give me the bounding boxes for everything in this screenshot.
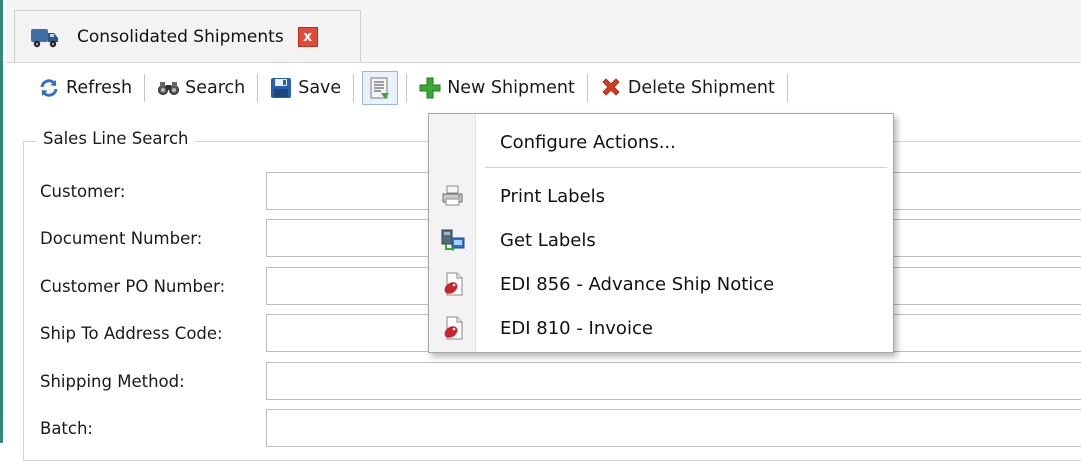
toolbar-separator <box>353 74 355 102</box>
search-label: Search <box>185 78 246 98</box>
batch-row: Batch: <box>3 409 1081 449</box>
menu-item-edi-810[interactable]: EDI 810 - Invoice <box>429 306 893 350</box>
menu-item-edi-856[interactable]: EDI 856 - Advance Ship Notice <box>429 262 893 306</box>
printer-icon <box>441 184 465 208</box>
customer-label: Customer: <box>40 182 126 201</box>
refresh-label: Refresh <box>66 78 133 98</box>
toolbar-separator <box>257 74 259 102</box>
close-tab-icon[interactable]: x <box>297 26 318 47</box>
menu-separator <box>485 167 887 168</box>
save-button[interactable]: Save <box>266 70 345 106</box>
new-shipment-button[interactable]: New Shipment <box>415 70 579 106</box>
menu-item-label: EDI 810 - Invoice <box>500 317 653 339</box>
delete-x-icon <box>600 77 622 99</box>
edi-document-icon <box>441 316 465 340</box>
toolbar-separator <box>406 74 408 102</box>
floppy-disk-icon <box>270 77 292 99</box>
shipping-method-label: Shipping Method: <box>40 372 185 391</box>
delete-shipment-button[interactable]: Delete Shipment <box>596 70 779 106</box>
document-tab-strip: Consolidated Shipments x <box>6 0 1081 63</box>
network-download-icon <box>441 228 465 252</box>
delete-shipment-label: Delete Shipment <box>627 78 775 98</box>
plus-icon <box>419 77 441 99</box>
new-shipment-label: New Shipment <box>447 78 575 98</box>
refresh-icon <box>38 77 60 99</box>
toolbar-separator <box>786 74 788 102</box>
binoculars-icon <box>157 77 180 99</box>
menu-item-label: EDI 856 - Advance Ship Notice <box>500 273 775 295</box>
ship-to-address-code-label: Ship To Address Code: <box>40 324 223 343</box>
batch-label: Batch: <box>40 419 93 438</box>
toolbar-separator <box>144 74 146 102</box>
group-caption: Sales Line Search <box>37 129 195 148</box>
app-window: Consolidated Shipments x Refresh Search … <box>0 0 1081 461</box>
edi-document-icon <box>441 272 465 296</box>
tab-title: Consolidated Shipments <box>77 26 284 47</box>
shipping-method-row: Shipping Method: <box>3 362 1081 402</box>
document-number-label: Document Number: <box>40 229 203 248</box>
menu-item-configure-actions[interactable]: Configure Actions... <box>429 120 893 164</box>
menu-item-label: Get Labels <box>500 229 596 251</box>
menu-item-label: Print Labels <box>500 185 606 207</box>
customer-po-number-label: Customer PO Number: <box>40 277 226 296</box>
tab-consolidated-shipments[interactable]: Consolidated Shipments x <box>14 10 361 62</box>
refresh-button[interactable]: Refresh <box>34 70 136 106</box>
save-label: Save <box>298 78 342 98</box>
menu-item-print-labels[interactable]: Print Labels <box>429 174 893 218</box>
shipping-method-input[interactable] <box>266 362 1081 400</box>
truck-icon <box>29 24 59 50</box>
menu-item-label: Configure Actions... <box>500 131 676 153</box>
actions-list-icon <box>369 77 391 99</box>
toolbar-separator <box>586 74 588 102</box>
search-button[interactable]: Search <box>153 70 249 106</box>
batch-input[interactable] <box>266 409 1081 447</box>
actions-dropdown-menu: Configure Actions... Print Labels Get La… <box>428 113 894 353</box>
actions-menu-button[interactable] <box>362 71 399 105</box>
main-toolbar: Refresh Search Save New Shipment Delete … <box>6 63 1081 113</box>
menu-item-get-labels[interactable]: Get Labels <box>429 218 893 262</box>
